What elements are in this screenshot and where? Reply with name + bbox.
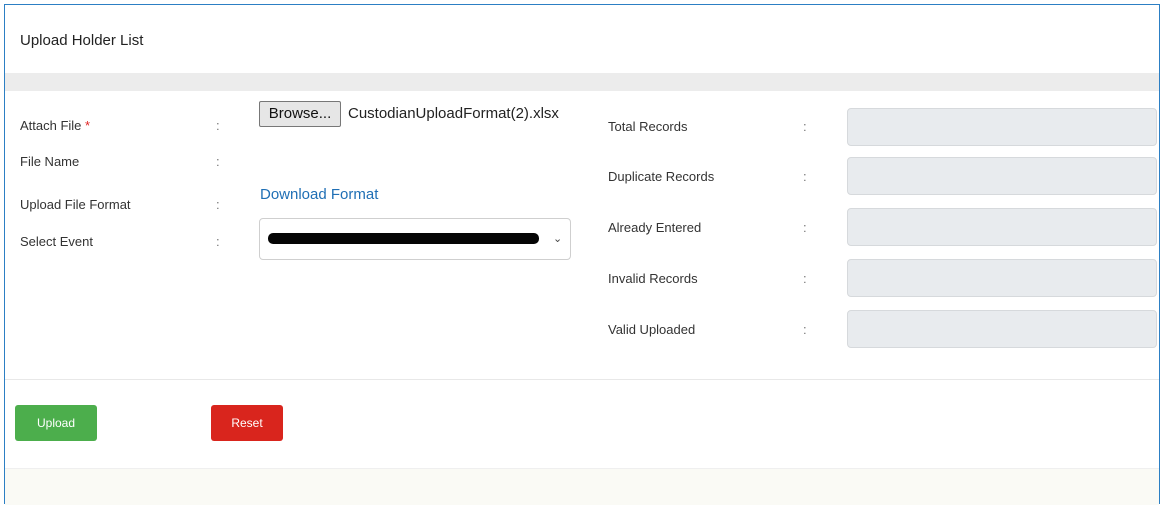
- invalid-records-label: Invalid Records: [608, 271, 698, 286]
- selected-file-name: CustodianUploadFormat(2).xlsx: [348, 105, 559, 122]
- upload-button[interactable]: Upload: [15, 405, 97, 441]
- valid-uploaded-field: [847, 310, 1157, 348]
- already-entered-colon: :: [803, 220, 807, 235]
- file-name-colon: :: [216, 154, 220, 169]
- valid-uploaded-colon: :: [803, 322, 807, 337]
- attach-file-label: Attach File *: [20, 118, 90, 133]
- duplicate-records-colon: :: [803, 169, 807, 184]
- select-event-label: Select Event: [20, 234, 93, 249]
- already-entered-field: [847, 208, 1157, 246]
- required-asterisk: *: [85, 118, 91, 133]
- upload-file-format-label: Upload File Format: [20, 197, 131, 212]
- total-records-colon: :: [803, 119, 807, 134]
- panel-header: Upload Holder List: [5, 5, 1159, 73]
- select-event-colon: :: [216, 234, 220, 249]
- duplicate-records-field: [847, 157, 1157, 195]
- footer-area: [5, 469, 1159, 505]
- download-format-link[interactable]: Download Format: [260, 186, 378, 203]
- duplicate-records-label: Duplicate Records: [608, 169, 715, 184]
- header-divider-band: [5, 73, 1159, 91]
- browse-button[interactable]: Browse...: [259, 101, 341, 127]
- attach-file-colon: :: [216, 118, 220, 133]
- valid-uploaded-label: Valid Uploaded: [608, 322, 696, 337]
- chevron-down-icon: ⌄: [553, 233, 563, 245]
- total-records-field: [847, 108, 1157, 146]
- invalid-records-field: [847, 259, 1157, 297]
- invalid-records-colon: :: [803, 271, 807, 286]
- reset-button[interactable]: Reset: [211, 405, 283, 441]
- page-title: Upload Holder List: [20, 32, 144, 49]
- upload-format-colon: :: [216, 197, 220, 212]
- total-records-label: Total Records: [608, 119, 688, 134]
- attach-file-label-text: Attach File: [20, 118, 82, 133]
- already-entered-label: Already Entered: [608, 220, 702, 235]
- panel-content: Upload Holder List: [5, 5, 1159, 505]
- file-name-label: File Name: [20, 154, 80, 169]
- redacted-event-value: [268, 233, 539, 244]
